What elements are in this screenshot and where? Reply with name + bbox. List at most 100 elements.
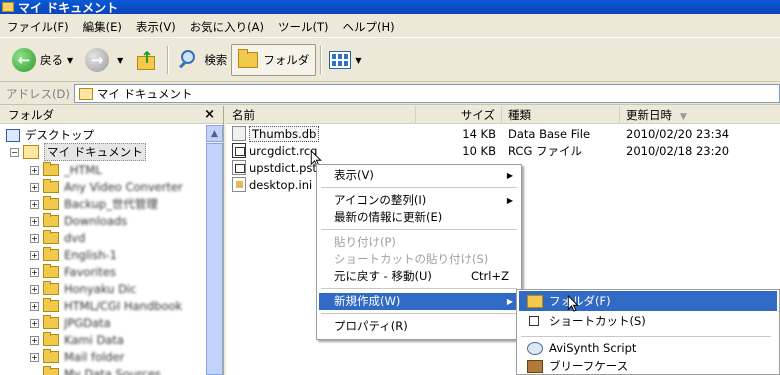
chevron-down-icon[interactable]: ▼	[67, 56, 73, 65]
column-size[interactable]: サイズ	[416, 105, 502, 124]
chevron-down-icon[interactable]: ▼	[117, 56, 123, 65]
menu-item-label: フォルダ(F)	[549, 294, 611, 308]
tree-item[interactable]: + Favorites	[30, 264, 116, 280]
menu-view[interactable]: 表示(V)	[129, 16, 183, 38]
tree-item[interactable]: + Kami Data	[30, 332, 124, 348]
desktop-icon	[6, 128, 20, 142]
file-row[interactable]: Thumbs.db 14 KB Data Base File 2010/02/2…	[226, 125, 780, 142]
mouse-cursor-icon	[567, 295, 579, 312]
close-icon[interactable]: ×	[204, 107, 215, 122]
folders-button[interactable]: フォルダ	[231, 44, 317, 76]
collapse-icon[interactable]: −	[10, 147, 19, 157]
submenu-item-briefcase[interactable]: ブリーフケース	[519, 356, 777, 374]
menu-help[interactable]: ヘルプ(H)	[336, 16, 402, 38]
menu-favorites[interactable]: お気に入り(A)	[183, 16, 271, 38]
back-button[interactable]: ← 戻る ▼	[8, 43, 81, 77]
menu-item-paste[interactable]: 貼り付け(P)	[319, 234, 519, 251]
column-type[interactable]: 種類	[502, 105, 620, 124]
submenu-item-avisynth[interactable]: AviSynth Script	[519, 338, 777, 358]
title-bar: マイ ドキュメント	[0, 0, 780, 14]
expand-icon[interactable]: +	[30, 352, 39, 362]
submenu-item-shortcut[interactable]: ショートカット(S)	[519, 311, 777, 331]
tree-item[interactable]: + Mail folder	[30, 349, 124, 365]
column-modified[interactable]: 更新日時 ▼	[620, 106, 780, 124]
folder-icon	[43, 179, 59, 193]
folder-tree: デスクトップ − マイ ドキュメント + _HTML + Any Video Con…	[0, 125, 206, 375]
tree-item[interactable]: + English-1	[30, 247, 117, 263]
tree-item[interactable]: + Backup_世代管理	[30, 196, 158, 212]
views-button[interactable]: ▼	[325, 43, 369, 77]
chevron-down-icon[interactable]: ▼	[355, 56, 361, 65]
tree-item[interactable]: + Downloads	[30, 213, 127, 229]
expand-icon[interactable]: +	[30, 216, 39, 226]
menu-item-paste-shortcut[interactable]: ショートカットの貼り付け(S)	[319, 251, 519, 268]
menu-file[interactable]: ファイル(F)	[0, 16, 76, 38]
expand-icon[interactable]: +	[30, 250, 39, 260]
tree-item[interactable]: + HTML/CGI Handbook	[30, 298, 182, 314]
column-header: 名前 サイズ 種類 更新日時 ▼	[226, 105, 780, 124]
menu-item-new[interactable]: 新規作成(W) ▶	[319, 293, 519, 310]
expand-icon[interactable]: +	[30, 284, 39, 294]
forward-arrow-icon: →	[85, 48, 110, 72]
menu-item-label: AviSynth Script	[549, 341, 637, 355]
scroll-thumb[interactable]	[206, 143, 223, 375]
column-modified-label: 更新日時	[626, 107, 672, 122]
folder-icon	[2, 2, 14, 12]
tree-label: dvd	[64, 231, 86, 245]
new-submenu: フォルダ(F) ショートカット(S) AviSynth Script ブリーフケ…	[516, 289, 780, 375]
expand-icon[interactable]: +	[30, 267, 39, 277]
folder-pane-header: フォルダ ×	[0, 106, 223, 124]
search-button[interactable]: 検索	[172, 43, 231, 77]
my-documents-icon	[78, 87, 93, 100]
tree-label: Downloads	[64, 214, 128, 228]
expand-icon[interactable]: +	[30, 199, 39, 209]
expand-icon[interactable]: +	[30, 335, 39, 345]
folder-icon	[43, 298, 59, 312]
shortcut-icon	[529, 316, 539, 326]
menu-item-undo-move[interactable]: 元に戻す - 移動(U) Ctrl+Z	[319, 268, 519, 285]
scroll-up-icon[interactable]: ▲	[206, 125, 223, 142]
submenu-item-folder[interactable]: フォルダ(F)	[519, 291, 777, 311]
forward-button[interactable]: → ▼	[81, 43, 131, 77]
menu-item-shortcut: Ctrl+Z	[471, 269, 509, 283]
menu-item-label: 新規作成(W)	[334, 294, 401, 308]
menu-item-view[interactable]: 表示(V) ▶	[319, 167, 519, 184]
tree-item-my-documents[interactable]: − マイ ドキュメント	[10, 143, 146, 161]
expand-icon[interactable]: +	[30, 165, 39, 175]
menu-tools[interactable]: ツール(T)	[271, 16, 336, 38]
column-name[interactable]: 名前	[226, 105, 416, 124]
menu-edit[interactable]: 編集(E)	[76, 16, 129, 38]
toolbar-separator	[320, 46, 322, 74]
file-name: Thumbs.db	[249, 125, 320, 142]
file-modified: 2010/02/18 23:20	[626, 143, 730, 158]
tree-item[interactable]: + _HTML	[30, 162, 102, 178]
menu-item-arrange-icons[interactable]: アイコンの整列(I) ▶	[319, 192, 519, 209]
expand-icon[interactable]: +	[30, 318, 39, 328]
expand-icon[interactable]: +	[30, 301, 39, 311]
tree-item-desktop[interactable]: デスクトップ	[6, 127, 94, 143]
tree-label: _HTML	[64, 163, 102, 177]
address-bar: アドレス(D) マイ ドキュメント	[0, 83, 780, 105]
toolbar-separator	[167, 46, 169, 74]
menu-item-refresh[interactable]: 最新の情報に更新(E)	[319, 209, 519, 226]
address-field[interactable]: マイ ドキュメント	[73, 84, 780, 103]
menu-item-properties[interactable]: プロパティ(R)	[319, 318, 519, 335]
folder-icon	[43, 281, 59, 295]
vertical-scrollbar[interactable]: ▲	[206, 125, 223, 375]
up-folder-icon: ↑	[135, 48, 157, 72]
folder-icon	[238, 49, 259, 68]
up-folder-button[interactable]: ↑	[131, 43, 163, 77]
tree-item[interactable]: + JPGData	[30, 315, 111, 331]
file-size: 10 KB	[462, 143, 496, 158]
tree-item[interactable]: + Honyaku Dic	[30, 281, 136, 297]
tree-item[interactable]: + Any Video Converter	[30, 179, 183, 195]
expand-icon[interactable]: +	[30, 182, 39, 192]
tree-item[interactable]: + dvd	[30, 230, 85, 246]
search-label: 検索	[204, 53, 228, 67]
submenu-arrow-icon: ▶	[506, 196, 513, 205]
tree-label: Favorites	[64, 265, 116, 279]
folder-icon	[43, 349, 59, 363]
expand-icon[interactable]: +	[30, 233, 39, 243]
menu-item-label: アイコンの整列(I)	[334, 193, 427, 207]
tree-item[interactable]: My Data Sources	[43, 366, 161, 375]
